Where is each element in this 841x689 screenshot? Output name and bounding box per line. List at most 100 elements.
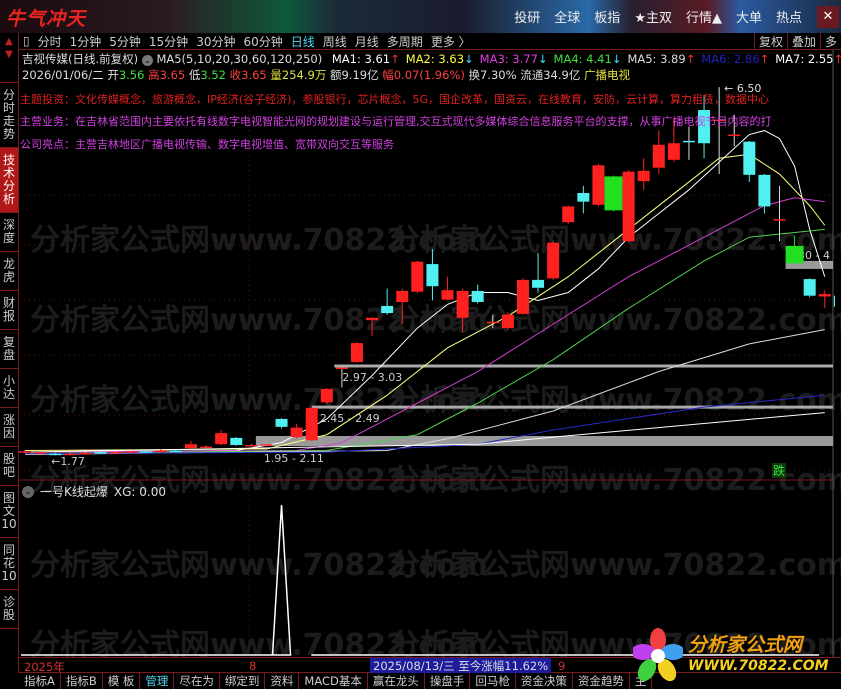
volume: 量254.9万 xyxy=(270,68,327,82)
ma-value-4: MA4: 4.41 xyxy=(553,52,612,66)
menu-board-index[interactable]: 板指 xyxy=(587,7,627,26)
indicator-tab[interactable]: 资料 xyxy=(265,673,300,689)
candle-body xyxy=(290,427,303,438)
candle-body xyxy=(426,264,439,287)
ma-value-2: MA2: 3.63 xyxy=(405,52,465,66)
candle-body xyxy=(260,444,273,446)
sidebar-scroll-arrows[interactable]: ▲ ▼ xyxy=(0,33,18,83)
period-5min[interactable]: 5分钟 xyxy=(105,33,145,50)
sub-indicator-value: XG: 0.00 xyxy=(113,484,166,499)
ma-trend-arrow: ↓ xyxy=(611,52,622,66)
indicator-tab[interactable]: 尽在为 xyxy=(174,673,220,689)
ma-line-ma5 xyxy=(24,329,825,455)
candle-body xyxy=(532,279,545,288)
sidebar-tab-tonghua[interactable]: 同花10 xyxy=(0,538,18,590)
candle-body xyxy=(109,452,122,454)
ma-settings-icon[interactable]: ⌄ xyxy=(141,55,153,66)
sidebar-tab-dragon-tiger[interactable]: 龙虎 xyxy=(0,252,18,291)
candle-body xyxy=(320,388,333,403)
level-label: 2.45 - 2.49 xyxy=(320,412,380,425)
candle-body xyxy=(305,407,318,441)
sidebar-tab-intraday[interactable]: 分时走势 xyxy=(0,83,18,148)
indicator-tab[interactable]: 资金决策 xyxy=(516,673,573,689)
period-weekly[interactable]: 周线 xyxy=(319,33,351,50)
menu-hot[interactable]: 热点 xyxy=(769,7,809,26)
ma-values: MA1: 3.61↑ MA2: 3.63↓ MA3: 3.77↓ MA4: 4.41↓… xyxy=(326,52,841,66)
period-multi[interactable]: 多周期 xyxy=(383,33,427,50)
xg-signal-line xyxy=(21,504,292,656)
menu-global[interactable]: 全球 xyxy=(547,7,587,26)
sidebar-tab-graphic[interactable]: 图文10 xyxy=(0,486,18,538)
sidebar-tab-technical[interactable]: 技术分析 xyxy=(0,148,18,213)
top-menu: 投研 全球 板指 ★主双 行情▲ 大单 热点 xyxy=(507,0,809,33)
candle-body xyxy=(785,245,804,264)
theme-investment: 主题投资：文化传媒概念，旅游概念，IP经济(谷子经济)，参股银行，芯片概念，5G… xyxy=(20,93,769,106)
float-cap: 流通34.9亿 xyxy=(520,68,581,82)
indicator-tab[interactable]: 操盘手 xyxy=(425,673,471,689)
period-60min[interactable]: 60分钟 xyxy=(239,33,286,50)
menu-quotes[interactable]: 行情▲ xyxy=(679,7,729,26)
indicator-tab[interactable]: 资金趋势 xyxy=(573,673,630,689)
ma-trend-arrow: ↓ xyxy=(537,52,548,66)
ohlc-line: 2026/01/06/二 开3.56 高3.65 低3.52 收3.65 量25… xyxy=(22,67,630,83)
close-icon[interactable]: ✕ xyxy=(817,6,839,28)
indicator-tab[interactable]: 赢在龙头 xyxy=(368,673,425,689)
candle-body xyxy=(184,444,197,449)
candle-body xyxy=(200,446,213,449)
industry: 广播电视 xyxy=(583,68,630,82)
ma-value-6: MA6: 2.86 xyxy=(701,52,760,66)
period-more[interactable]: 更多 〉 xyxy=(427,33,475,50)
stock-name: 吉视传媒(日线.前复权) xyxy=(22,52,139,66)
axis-month-9: 9 xyxy=(558,659,566,673)
candle-body xyxy=(818,294,831,297)
period-1min[interactable]: 1分钟 xyxy=(66,33,106,50)
period-30min[interactable]: 30分钟 xyxy=(192,33,239,50)
panel-toggle-icon[interactable]: ▯ xyxy=(19,34,34,48)
candle-body xyxy=(245,445,258,447)
indicator-tab[interactable]: 回马枪 xyxy=(470,673,516,689)
candle-body xyxy=(516,279,529,314)
bar-date: 2026/01/06/二 xyxy=(22,68,104,82)
menu-big-orders[interactable]: 大单 xyxy=(729,7,769,26)
low-value: 3.52 xyxy=(200,68,226,82)
ma-line-ma7 xyxy=(24,412,825,453)
indicator-tab[interactable]: MACD基本 xyxy=(299,673,368,689)
candle-body xyxy=(758,174,771,207)
period-intraday[interactable]: 分时 xyxy=(34,33,66,50)
indicator-tab[interactable]: 模 板 xyxy=(103,673,141,689)
title-bar: 牛气冲天 投研 全球 板指 ★主双 行情▲ 大单 热点 ✕ xyxy=(0,0,841,33)
adjust-button[interactable]: 复权 xyxy=(753,32,787,50)
candle-body xyxy=(230,437,243,445)
period-15min[interactable]: 15分钟 xyxy=(145,33,192,50)
candle-body xyxy=(592,165,605,205)
indicator-menu-icon[interactable]: ⌄ xyxy=(22,485,34,498)
indicator-tab[interactable]: 指标A xyxy=(19,673,61,689)
sidebar-tab-review[interactable]: 复盘 xyxy=(0,330,18,369)
indicator-tab[interactable]: 绑定到 xyxy=(220,673,266,689)
sidebar-tab-diagnose[interactable]: 诊股 xyxy=(0,590,18,629)
indicator-tab[interactable]: 指标B xyxy=(61,673,103,689)
overlay-button[interactable]: 叠加 xyxy=(786,32,820,50)
ma-trend-arrow: ↑ xyxy=(759,52,770,66)
indicator-tab[interactable]: 管理 xyxy=(140,673,175,689)
close-value: 3.65 xyxy=(241,68,267,82)
menu-main-dual[interactable]: ★主双 xyxy=(627,7,679,26)
sidebar-tab-xiaoda[interactable]: 小达 xyxy=(0,369,18,408)
sidebar-tab-forum[interactable]: 股吧 xyxy=(0,447,18,486)
sidebar-tab-depth[interactable]: 深度 xyxy=(0,213,18,252)
period-monthly[interactable]: 月线 xyxy=(351,33,383,50)
more-button[interactable]: 多 xyxy=(819,32,841,50)
period-toolbar: ▯ 分时 1分钟 5分钟 15分钟 30分钟 60分钟 日线 周线 月线 多周期… xyxy=(19,32,841,50)
sidebar: ▲ ▼ 分时走势 技术分析 深度 龙虎 财报 复盘 小达 涨因 股吧 图文10 同… xyxy=(0,33,19,673)
menu-research[interactable]: 投研 xyxy=(507,7,547,26)
change: 幅0.07(1.96%) xyxy=(382,68,465,82)
amount: 额9.19亿 xyxy=(329,68,379,82)
candle-body xyxy=(773,219,786,221)
candle-body xyxy=(577,192,590,202)
sidebar-tab-financials[interactable]: 财报 xyxy=(0,291,18,330)
candle-body xyxy=(471,290,484,303)
candle-body xyxy=(411,261,424,292)
candle-body xyxy=(215,433,228,445)
sidebar-tab-rise-reason[interactable]: 涨因 xyxy=(0,408,18,447)
period-daily[interactable]: 日线 xyxy=(287,33,319,50)
